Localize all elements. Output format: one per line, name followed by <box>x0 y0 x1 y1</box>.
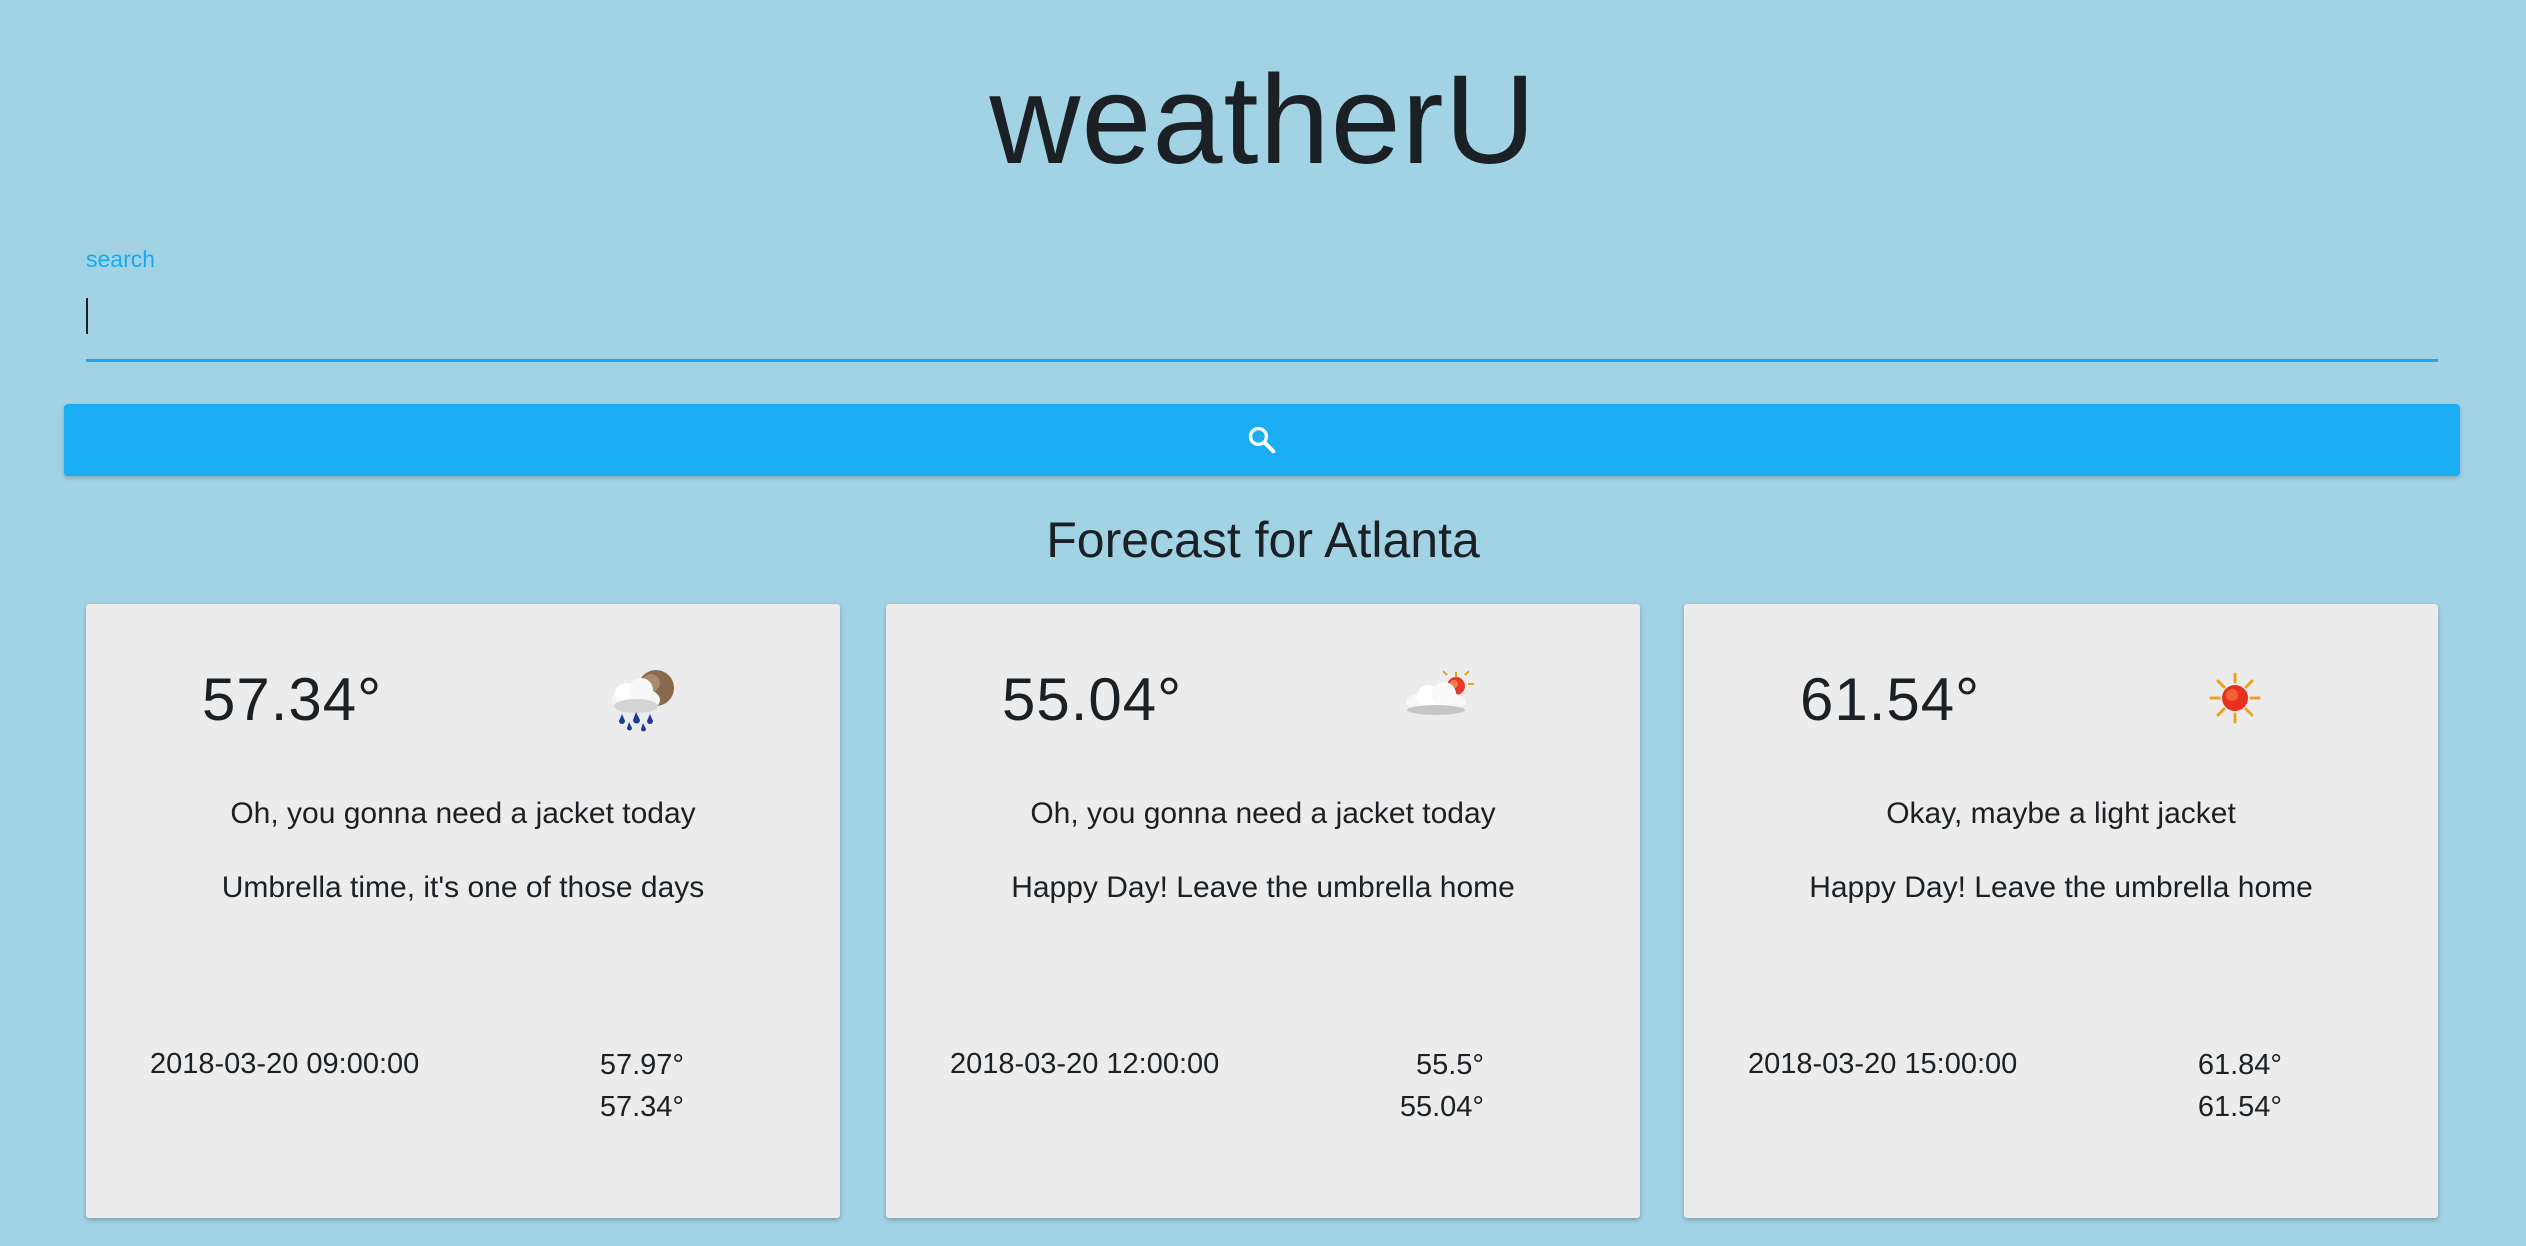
forecast-card: 61.54° Okay, maybe a light jacket Happy … <box>1684 604 2438 1218</box>
jacket-message: Oh, you gonna need a jacket today <box>1030 797 1496 830</box>
search-button[interactable] <box>64 404 2460 476</box>
umbrella-message: Happy Day! Leave the umbrella home <box>1809 871 2313 904</box>
app-title: weatherU <box>989 49 1537 190</box>
umbrella-message: Umbrella time, it's one of those days <box>221 871 705 904</box>
min-temperature: 61.54° <box>2197 1091 2282 1123</box>
temperature-range: 61.84° 61.54° <box>2198 1044 2282 1128</box>
temperature-range: 55.5° 55.04° <box>1400 1044 1484 1128</box>
max-temperature: 55.5° <box>1415 1049 1484 1081</box>
min-temperature: 55.04° <box>1399 1091 1484 1123</box>
forecast-datetime: 2018-03-20 12:00:00 <box>950 1048 1220 1080</box>
forecast-card: 55.04° Oh, you gonna need a jacket today… <box>886 604 1640 1218</box>
search-input[interactable] <box>86 282 2438 362</box>
temperature-range: 57.97° 57.34° <box>600 1044 684 1128</box>
forecast-card: 57.34° Oh, you gonna need a jacket today… <box>86 604 840 1218</box>
text-cursor <box>86 298 88 334</box>
partly-cloudy-icon <box>1406 670 1474 715</box>
forecast-datetime: 2018-03-20 09:00:00 <box>150 1048 420 1080</box>
search-icon <box>1248 426 1276 454</box>
umbrella-message: Happy Day! Leave the umbrella home <box>1011 871 1515 904</box>
max-temperature: 57.97° <box>599 1049 684 1081</box>
forecast-heading: Forecast for Atlanta <box>1046 512 1480 568</box>
search-label: search <box>86 246 156 272</box>
rain-cloud-icon <box>612 670 674 732</box>
forecast-datetime: 2018-03-20 15:00:00 <box>1748 1048 2018 1080</box>
current-temperature: 55.04° <box>1002 666 1183 733</box>
jacket-message: Okay, maybe a light jacket <box>1886 797 2236 830</box>
max-temperature: 61.84° <box>2197 1049 2282 1081</box>
current-temperature: 57.34° <box>202 666 383 733</box>
current-temperature: 61.54° <box>1800 666 1981 733</box>
min-temperature: 57.34° <box>599 1091 684 1123</box>
jacket-message: Oh, you gonna need a jacket today <box>230 797 696 830</box>
sun-icon <box>2209 672 2261 724</box>
